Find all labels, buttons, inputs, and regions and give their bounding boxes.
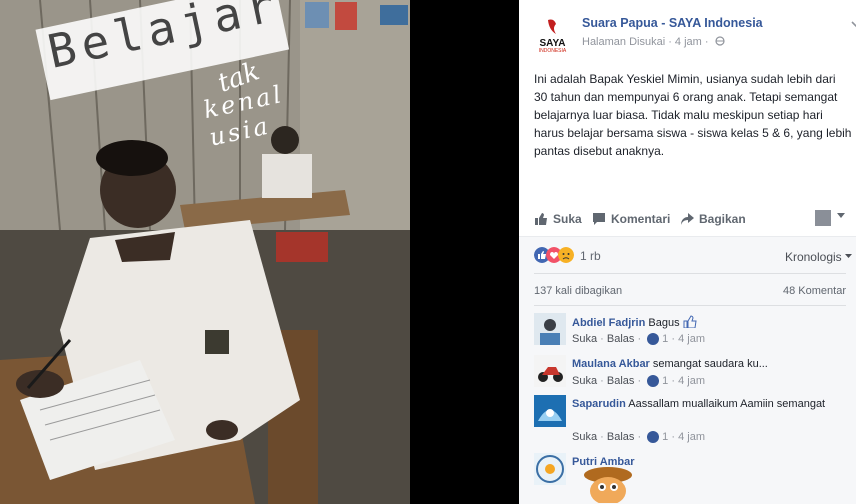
commenter-avatar[interactable] xyxy=(534,395,566,427)
like-badge-icon xyxy=(647,375,660,387)
comment-item: Saparudin Aassallam muallaikum Aamiin se… xyxy=(534,395,846,449)
comment-time[interactable]: 4 jam xyxy=(678,431,705,443)
chevron-down-icon xyxy=(845,254,852,258)
feedback-section: 1 rb Kronologis 137 kali dibagikan 48 Ko… xyxy=(519,236,856,504)
share-icon xyxy=(681,213,694,225)
reactions-row: 1 rb Kronologis xyxy=(534,247,852,269)
share-button[interactable]: Bagikan xyxy=(680,212,746,226)
comment-reply-link[interactable]: Balas xyxy=(607,333,635,345)
like-icon xyxy=(535,213,547,225)
comment-like-link[interactable]: Suka xyxy=(572,375,597,387)
comment-like-link[interactable]: Suka xyxy=(572,333,597,345)
globe-icon xyxy=(715,36,725,46)
comment-text: semangat saudara ku... xyxy=(652,358,768,370)
comment-item: Maulana Akbar semangat saudara ku... Suk… xyxy=(534,355,846,393)
post-text: Ini adalah Bapak Yeskiel Mimin, usianya … xyxy=(534,72,852,158)
photo-caption-overlay: Belajar tak kenal usia xyxy=(33,0,303,155)
page-avatar[interactable]: SAYA INDONESIA xyxy=(534,16,571,54)
comment-reply-link[interactable]: Balas xyxy=(607,431,635,443)
comment-like-count[interactable]: 1 xyxy=(662,431,668,443)
page-name-link[interactable]: Suara Papua - SAYA Indonesia xyxy=(582,16,763,30)
post-actions: Suka Komentari Bagikan xyxy=(534,208,852,234)
post-side-panel: SAYA INDONESIA Suara Papua - SAYA Indone… xyxy=(519,0,856,504)
sticker-image[interactable] xyxy=(582,465,634,503)
comment-item: Putri Ambar xyxy=(534,453,846,503)
post-meta: Halaman Disukai · 4 jam · xyxy=(582,36,725,48)
commenter-name[interactable]: Abdiel Fadjrin xyxy=(572,317,645,329)
comment-like-count[interactable]: 1 xyxy=(662,375,668,387)
comment-like-count[interactable]: 1 xyxy=(662,333,668,345)
post-meta-text: Halaman Disukai · 4 jam · xyxy=(582,36,709,48)
reaction-count[interactable]: 1 rb xyxy=(580,249,601,263)
share-count[interactable]: 137 kali dibagikan xyxy=(534,285,622,297)
comment-actions: Suka · Balas · 1 · 4 jam xyxy=(572,431,705,443)
divider xyxy=(534,305,846,306)
post-photo[interactable]: Belajar tak kenal usia xyxy=(0,0,518,504)
like-badge-icon xyxy=(647,431,660,443)
comment-body: Saparudin Aassallam muallaikum Aamiin se… xyxy=(572,397,844,412)
comment-count[interactable]: 48 Komentar xyxy=(783,285,846,297)
facebook-photo-viewer: Belajar tak kenal usia SAYA INDONESIA Su… xyxy=(0,0,856,504)
sad-reaction-icon[interactable] xyxy=(558,247,574,263)
comment-like-link[interactable]: Suka xyxy=(572,431,597,443)
comment-time[interactable]: 4 jam xyxy=(678,375,705,387)
comment-icon xyxy=(593,213,605,225)
commenter-name[interactable]: Maulana Akbar xyxy=(572,358,650,370)
post-header: SAYA INDONESIA Suara Papua - SAYA Indone… xyxy=(534,14,856,54)
comment-actions: Suka · Balas · 1 · 4 jam xyxy=(572,333,705,345)
commenter-avatar[interactable] xyxy=(534,313,566,345)
chevron-down-icon[interactable] xyxy=(836,210,846,220)
chevron-down-icon[interactable] xyxy=(850,20,856,28)
comment-label: Komentari xyxy=(611,212,671,226)
like-button[interactable]: Suka xyxy=(534,212,582,226)
comment-text: Bagus xyxy=(648,317,680,329)
comment-button[interactable]: Komentari xyxy=(592,212,670,226)
comment-body: Maulana Akbar semangat saudara ku... xyxy=(572,357,844,372)
comment-body: Abdiel Fadjrin Bagus xyxy=(572,315,844,331)
commenter-name[interactable]: Saparudin xyxy=(572,398,626,410)
divider xyxy=(534,273,846,274)
commenter-avatar[interactable] xyxy=(534,453,566,485)
like-badge-icon xyxy=(647,333,660,345)
comment-actions: Suka · Balas · 1 · 4 jam xyxy=(572,375,705,387)
comment-time[interactable]: 4 jam xyxy=(678,333,705,345)
commenter-avatar[interactable] xyxy=(534,355,566,387)
logo-subtext: INDONESIA xyxy=(538,48,567,54)
like-label: Suka xyxy=(553,212,582,226)
comment-order-label: Kronologis xyxy=(784,250,842,264)
share-label: Bagikan xyxy=(699,212,746,226)
comment-item: Abdiel Fadjrin Bagus Suka · Balas · 1 · … xyxy=(534,313,846,351)
comment-text: Aassallam muallaikum Aamiin semangat xyxy=(628,398,826,410)
comment-order-dropdown[interactable]: Kronologis xyxy=(785,250,852,264)
user-avatar-small[interactable] xyxy=(815,210,831,226)
comment-reply-link[interactable]: Balas xyxy=(607,375,635,387)
thumbs-up-icon xyxy=(683,315,697,329)
